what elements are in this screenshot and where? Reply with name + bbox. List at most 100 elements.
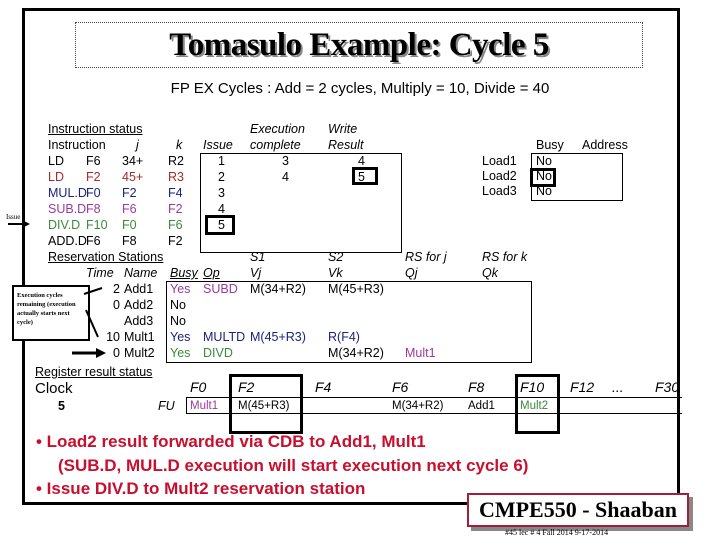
instr-dest: F6 xyxy=(86,154,101,168)
op-header: Op xyxy=(203,266,220,280)
register-value: Add1 xyxy=(468,400,495,412)
rs-vj: M(45+R3) xyxy=(250,330,306,344)
address-header: Address xyxy=(582,138,628,152)
instr-k: F4 xyxy=(168,186,183,200)
register-name: F8 xyxy=(468,379,485,395)
instr-j: F6 xyxy=(122,202,137,216)
issue-header: Issue xyxy=(203,138,233,152)
instr-issue: 3 xyxy=(218,186,225,200)
instr-issue: 2 xyxy=(218,170,225,184)
course-badge: CMPE550 - Shaaban xyxy=(467,493,689,527)
title-box: Tomasulo Example: Cycle 5 xyxy=(75,22,643,68)
instr-j: 34+ xyxy=(122,154,144,168)
rs-name: Add3 xyxy=(124,314,154,328)
slide-info: #45 lec # 4 Fall 2014 9-17-2014 xyxy=(505,528,609,537)
instr-op: MUL.D xyxy=(48,186,87,200)
rs-vk: M(34+R2) xyxy=(328,346,384,360)
fu-row-left-line xyxy=(186,397,187,414)
note-bullet-2: • Issue DIV.D to Mult2 reservation stati… xyxy=(36,479,366,498)
instruction-status-label: Instruction status xyxy=(48,122,143,136)
vk-header: Vk xyxy=(328,266,343,280)
rs-vk: R(F4) xyxy=(328,330,360,344)
clock-label: Clock xyxy=(35,380,73,397)
vj-header: Vj xyxy=(250,266,262,280)
register-status-label: Register result status xyxy=(35,365,153,379)
s1-header: S1 xyxy=(250,250,266,264)
rs-for-j-header: RS for j xyxy=(405,250,447,264)
register-name: F30 xyxy=(655,379,680,395)
k-header: k xyxy=(176,138,183,152)
note-bullet-1-sub: (SUB.D, MUL.D execution will start execu… xyxy=(58,456,529,475)
write-highlight-box xyxy=(352,167,378,185)
instr-op: DIV.D xyxy=(48,218,81,232)
slide-title: Tomasulo Example: Cycle 5 xyxy=(169,27,549,63)
rs-name: Mult1 xyxy=(124,330,155,344)
rs-name: Add1 xyxy=(124,282,154,296)
busy-header: Busy xyxy=(536,138,564,152)
instr-dest: F8 xyxy=(86,202,101,216)
f2-highlight-box xyxy=(229,374,303,434)
qk-header: Qk xyxy=(482,266,498,280)
instr-op: SUB.D xyxy=(48,202,87,216)
instr-k: R3 xyxy=(168,170,184,184)
instr-dest: F6 xyxy=(86,234,101,248)
f10-highlight-box xyxy=(515,374,560,434)
rs-vj: M(34+R2) xyxy=(250,282,306,296)
rs-name: Mult2 xyxy=(124,346,155,360)
instr-exec: 3 xyxy=(282,154,289,168)
instr-dest: F10 xyxy=(86,218,108,232)
qj-header: Qj xyxy=(405,266,418,280)
instr-op: LD xyxy=(48,170,64,184)
register-name: F4 xyxy=(315,379,332,395)
instr-op: ADD.D xyxy=(48,234,87,248)
s2-header: S2 xyxy=(328,250,344,264)
note-pointer-lines xyxy=(83,287,103,338)
instr-issue: 1 xyxy=(218,154,225,168)
rs-busy: No xyxy=(170,314,186,328)
rs-busy: No xyxy=(170,298,186,312)
instr-j: 45+ xyxy=(122,170,144,184)
instr-k: F2 xyxy=(168,234,183,248)
rs-vk: M(45+R3) xyxy=(328,282,384,296)
load-buffer-name: Load2 xyxy=(482,169,517,183)
register-name: ... xyxy=(612,379,624,395)
j-header: j xyxy=(136,138,139,152)
reservation-stations-label: Reservation Stations xyxy=(48,250,164,264)
instr-k: F2 xyxy=(168,202,183,216)
rs-op: SUBD xyxy=(203,282,238,296)
name-header: Name xyxy=(124,266,158,280)
time-header: Time xyxy=(86,266,114,280)
rs-qj: Mult1 xyxy=(405,346,436,360)
rs-op: DIVD xyxy=(203,346,233,360)
busy-rs-header: Busy xyxy=(170,266,198,280)
exec-header-top: Execution xyxy=(250,122,305,136)
issue-highlight-box xyxy=(205,215,235,235)
instr-j: F0 xyxy=(122,218,137,232)
instr-j: F8 xyxy=(122,234,137,248)
write-header-top: Write xyxy=(328,122,358,136)
clock-value: 5 xyxy=(58,399,65,413)
register-name: F6 xyxy=(392,379,409,395)
load-buffer-name: Load3 xyxy=(482,184,517,198)
load-buffer-busy: No xyxy=(536,154,552,168)
register-name: F12 xyxy=(570,379,595,395)
instr-dest: F2 xyxy=(86,170,101,184)
mult2-arrow-icon xyxy=(72,348,106,358)
instruction-header: Instruction xyxy=(48,138,106,152)
instr-k: R2 xyxy=(168,154,184,168)
rs-busy: Yes xyxy=(170,282,191,296)
register-value: Mult1 xyxy=(190,400,219,412)
slide-subtitle: FP EX Cycles : Add = 2 cycles, Multiply … xyxy=(170,80,550,97)
load-buffer-name: Load1 xyxy=(482,154,517,168)
rs-busy: Yes xyxy=(170,330,191,344)
fu-label: FU xyxy=(158,399,175,413)
rs-op: MULTD xyxy=(203,330,246,344)
instr-k: F6 xyxy=(168,218,183,232)
instr-op: LD xyxy=(48,154,64,168)
exec-header-bottom: complete xyxy=(250,138,301,152)
rs-for-k-header: RS for k xyxy=(482,250,528,264)
issue-arrow-icon xyxy=(8,220,30,228)
instr-j: F2 xyxy=(122,186,137,200)
note-bullet-1: • Load2 result forwarded via CDB to Add1… xyxy=(36,432,426,451)
execution-cycles-note: Execution cycles remaining (execution ac… xyxy=(12,285,90,341)
